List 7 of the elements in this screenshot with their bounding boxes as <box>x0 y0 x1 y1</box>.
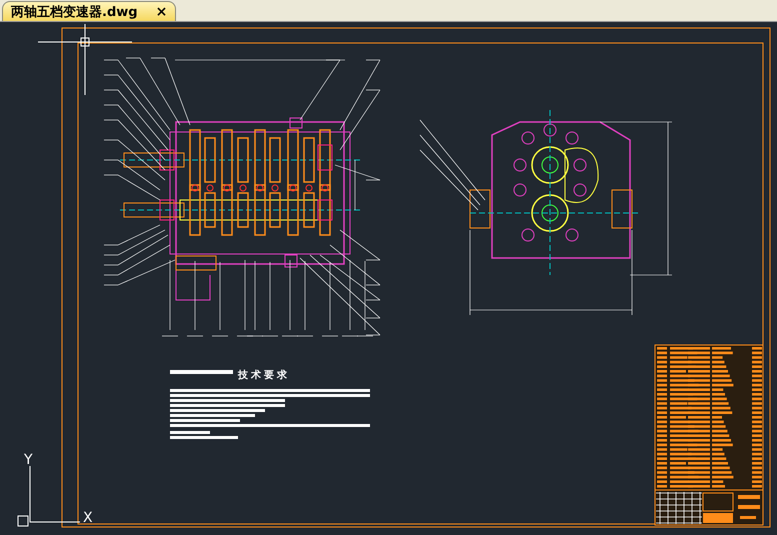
file-tab[interactable]: 两轴五档变速器.dwg × <box>2 1 176 21</box>
ucs-y-label: Y <box>24 452 33 468</box>
ucs-x-label: X <box>83 510 93 526</box>
close-button[interactable]: × <box>154 4 170 20</box>
ucs-axis-icon <box>18 466 80 526</box>
crosshair-cursor-icon <box>38 24 132 96</box>
notes-heading: 技术要求 <box>238 370 290 381</box>
